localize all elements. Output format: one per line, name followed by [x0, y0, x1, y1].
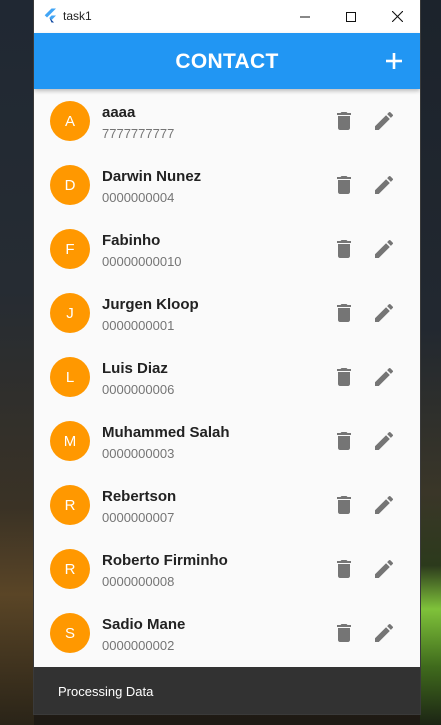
contact-name: Roberto Firminho — [102, 552, 228, 569]
maximize-icon — [346, 11, 356, 22]
trash-icon — [332, 368, 356, 393]
avatar: F — [50, 229, 90, 269]
edit-contact-button[interactable] — [372, 173, 396, 197]
contact-phone: 0000000006 — [102, 382, 175, 397]
contact-phone: 0000000004 — [102, 190, 175, 205]
contact-list-item[interactable]: F Fabinho 00000000010 — [34, 217, 420, 281]
avatar: D — [50, 165, 90, 205]
delete-contact-button[interactable] — [332, 301, 356, 325]
snackbar-text: Processing Data — [58, 684, 154, 699]
contact-phone: 00000000010 — [102, 254, 182, 269]
avatar: S — [50, 613, 90, 653]
contact-list-item[interactable]: M Muhammed Salah 0000000003 — [34, 409, 420, 473]
pencil-icon — [372, 303, 396, 329]
contact-name: Darwin Nunez — [102, 168, 202, 185]
desktop-background-right — [420, 0, 441, 725]
minimize-button[interactable] — [282, 0, 328, 33]
contact-phone: 7777777777 — [102, 126, 175, 141]
delete-contact-button[interactable] — [332, 109, 356, 133]
avatar: R — [50, 549, 90, 589]
flutter-logo-icon — [44, 8, 56, 23]
trash-icon — [332, 176, 356, 201]
trash-icon — [332, 624, 356, 649]
trash-icon — [332, 304, 356, 329]
contact-name: Muhammed Salah — [102, 424, 230, 441]
avatar: J — [50, 293, 90, 333]
avatar: R — [50, 485, 90, 525]
contact-list-item[interactable]: D Darwin Nunez 0000000004 — [34, 153, 420, 217]
avatar: M — [50, 421, 90, 461]
delete-contact-button[interactable] — [332, 621, 356, 645]
contact-name: aaaa — [102, 104, 136, 121]
trash-icon — [332, 432, 356, 457]
pencil-icon — [372, 559, 396, 585]
contact-list-item[interactable]: S Sadio Mane 0000000002 — [34, 601, 420, 665]
contact-name: Rebertson — [102, 488, 177, 505]
app-window: task1 CONTACT Aaaaa 7777777777 D Darwin Nun… — [34, 0, 420, 714]
contact-list-item[interactable]: R Rebertson 0000000007 — [34, 473, 420, 537]
trash-icon — [332, 240, 356, 265]
edit-contact-button[interactable] — [372, 109, 396, 133]
contact-name: Jurgen Kloop — [102, 296, 199, 313]
maximize-button[interactable] — [328, 0, 374, 33]
contact-phone: 0000000001 — [102, 318, 175, 333]
title-bar[interactable]: task1 — [34, 0, 420, 33]
edit-contact-button[interactable] — [372, 621, 396, 645]
minimize-icon — [300, 16, 310, 17]
plus-icon — [386, 53, 402, 69]
contact-phone: 0000000002 — [102, 638, 175, 653]
contact-list-item[interactable]: R Roberto Firminho 0000000008 — [34, 537, 420, 601]
pencil-icon — [372, 367, 396, 393]
pencil-icon — [372, 431, 396, 457]
contact-name: Sadio Mane — [102, 616, 186, 633]
contact-list-item[interactable]: L Luis Diaz 0000000006 — [34, 345, 420, 409]
close-icon — [391, 11, 403, 22]
window-title: task1 — [63, 9, 92, 23]
contact-phone: 0000000003 — [102, 446, 175, 461]
trash-icon — [332, 112, 356, 137]
contact-list-item[interactable]: Aaaaa 7777777777 — [34, 89, 420, 153]
add-contact-button[interactable] — [378, 45, 410, 77]
contact-name: Fabinho — [102, 232, 161, 249]
contact-phone: 0000000008 — [102, 574, 175, 589]
delete-contact-button[interactable] — [332, 557, 356, 581]
trash-icon — [332, 496, 356, 521]
trash-icon — [332, 560, 356, 585]
pencil-icon — [372, 111, 396, 137]
avatar: A — [50, 101, 90, 141]
edit-contact-button[interactable] — [372, 301, 396, 325]
app-bar: CONTACT — [34, 33, 420, 89]
avatar: L — [50, 357, 90, 397]
edit-contact-button[interactable] — [372, 237, 396, 261]
contact-name: Luis Diaz — [102, 360, 168, 377]
pencil-icon — [372, 623, 396, 649]
delete-contact-button[interactable] — [332, 493, 356, 517]
edit-contact-button[interactable] — [372, 557, 396, 581]
contact-list-item[interactable]: J Jurgen Kloop 0000000001 — [34, 281, 420, 345]
delete-contact-button[interactable] — [332, 173, 356, 197]
edit-contact-button[interactable] — [372, 429, 396, 453]
delete-contact-button[interactable] — [332, 365, 356, 389]
contact-phone: 0000000007 — [102, 510, 175, 525]
close-button[interactable] — [374, 0, 420, 33]
snackbar: Processing Data — [34, 667, 420, 714]
pencil-icon — [372, 175, 396, 201]
edit-contact-button[interactable] — [372, 365, 396, 389]
contact-list: Aaaaa 7777777777 D Darwin Nunez 0000000004 F F… — [34, 89, 420, 667]
edit-contact-button[interactable] — [372, 493, 396, 517]
page-title: CONTACT — [175, 50, 279, 73]
desktop-background-left — [0, 0, 34, 725]
pencil-icon — [372, 495, 396, 521]
pencil-icon — [372, 239, 396, 265]
delete-contact-button[interactable] — [332, 237, 356, 261]
delete-contact-button[interactable] — [332, 429, 356, 453]
